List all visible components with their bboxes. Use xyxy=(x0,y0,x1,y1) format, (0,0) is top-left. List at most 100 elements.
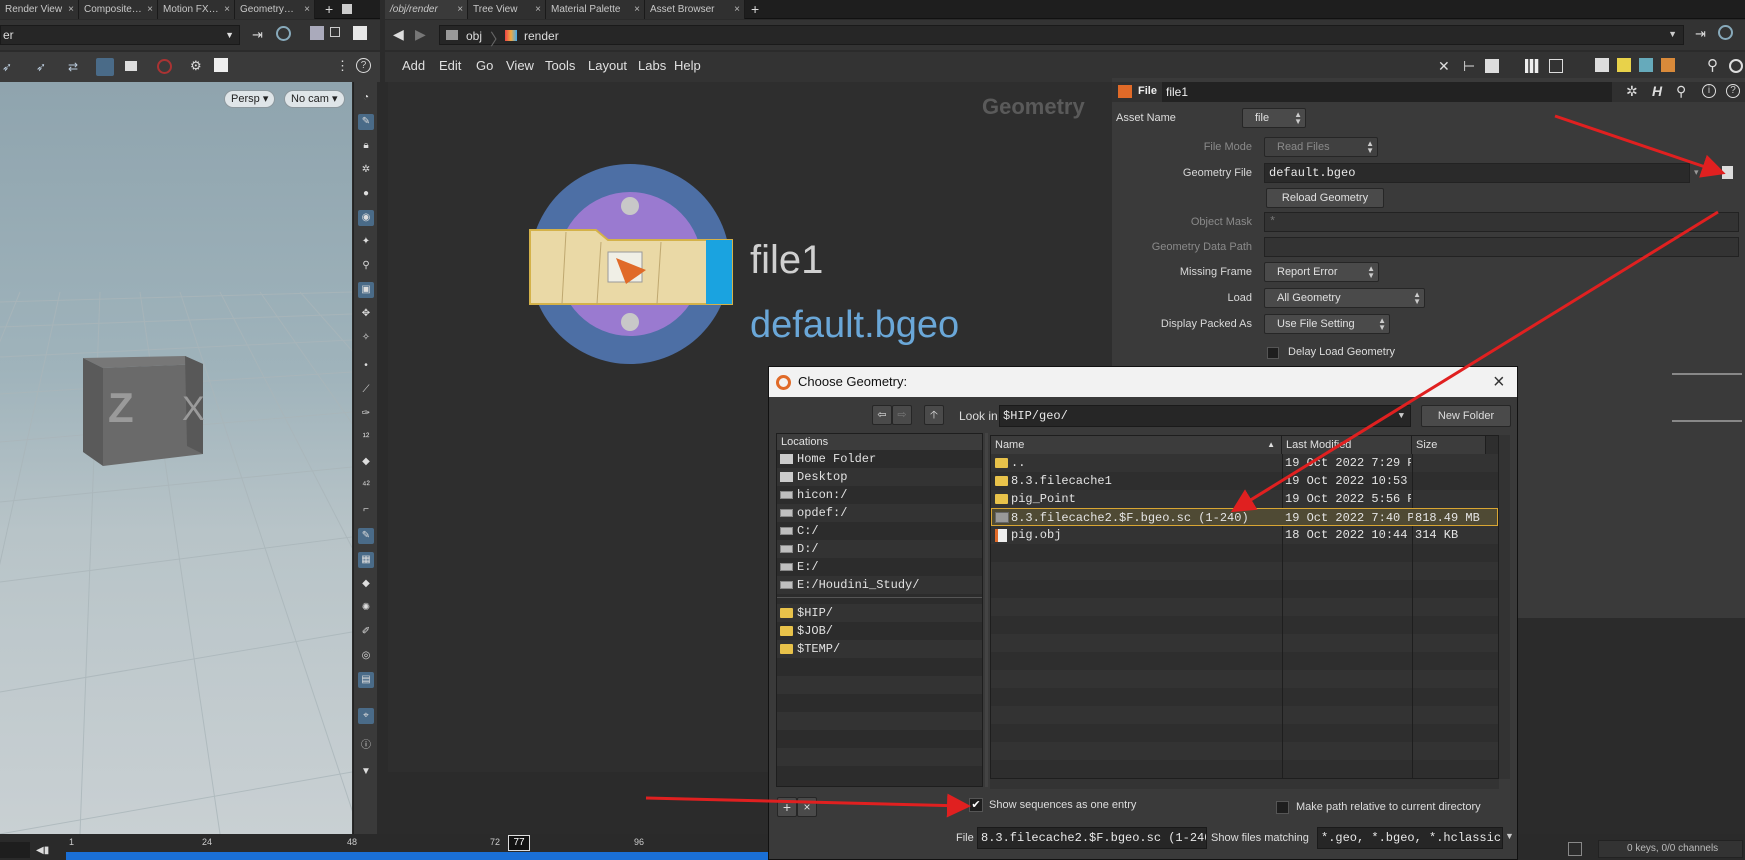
measure-icon[interactable]: ⌐ xyxy=(358,502,374,518)
close-icon[interactable]: × xyxy=(457,0,463,19)
number-icon[interactable]: ¹² xyxy=(358,430,374,446)
tab-asset-browser[interactable]: Asset Browser × xyxy=(645,0,745,19)
back-button[interactable]: ⇦ xyxy=(872,405,892,425)
layout-icon[interactable] xyxy=(1549,59,1563,73)
close-icon[interactable]: × xyxy=(634,0,640,19)
dropdown-arrow-icon[interactable]: ▾ xyxy=(1694,167,1699,178)
close-icon[interactable]: × xyxy=(304,0,310,19)
menu-view[interactable]: View xyxy=(506,58,534,73)
spot-light-icon[interactable]: ⚲ xyxy=(358,258,374,274)
view-tool-icon[interactable] xyxy=(96,58,114,76)
geometry-file-field[interactable]: default.bgeo xyxy=(1264,163,1690,183)
shortcut-job[interactable]: $JOB/ xyxy=(777,622,982,640)
pen-icon[interactable]: ✑ xyxy=(358,406,374,422)
reload-geometry-button[interactable]: Reload Geometry xyxy=(1266,188,1384,208)
horizontal-scrollbar[interactable] xyxy=(990,779,1499,789)
snap-grid-icon[interactable]: ✥ xyxy=(358,306,374,322)
timeline[interactable]: ◀▮ 1 24 48 72 96 77 xyxy=(0,834,768,860)
node-name-field[interactable]: file1 xyxy=(1162,82,1612,102)
tab-composite[interactable]: Composite… × xyxy=(79,0,158,19)
shortcut-hip[interactable]: $HIP/ xyxy=(777,604,982,622)
splitter[interactable] xyxy=(985,433,988,787)
bulb-icon[interactable]: ◉ xyxy=(358,210,374,226)
location-hicon[interactable]: hicon:/ xyxy=(777,486,982,504)
column-header-name[interactable]: Name ▲ xyxy=(991,436,1282,454)
circle-tool-icon[interactable]: ◎ xyxy=(358,648,374,664)
tree-icon[interactable]: ⊢ xyxy=(1463,58,1475,75)
pane-icon[interactable] xyxy=(353,26,367,40)
show-sequences-checkbox[interactable]: ✔ xyxy=(969,798,983,812)
look-in-field[interactable]: $HIP/geo/ ▼ xyxy=(999,405,1411,427)
add-location-button[interactable]: + xyxy=(777,797,797,817)
close-icon[interactable]: × xyxy=(224,0,230,19)
grid-icon[interactable] xyxy=(214,58,228,72)
camera-menu[interactable]: No cam ▾ xyxy=(284,90,345,108)
tab-motion-fx[interactable]: Motion FX… × xyxy=(158,0,235,19)
file-row[interactable]: 8.3.filecache1 19 Oct 2022 10:53 AM xyxy=(991,472,1498,490)
add-tab-icon[interactable]: + xyxy=(325,1,333,17)
hscript-icon[interactable]: H xyxy=(1652,83,1662,99)
list-icon[interactable] xyxy=(1485,59,1499,73)
forward-button[interactable]: ⇨ xyxy=(892,405,912,425)
sticky-note-icon[interactable] xyxy=(1617,58,1631,72)
file-mode-menu[interactable]: Read Files ▲ ▼ xyxy=(1264,137,1378,157)
point-light-icon[interactable]: ✦ xyxy=(358,234,374,250)
camera-view-icon[interactable]: ▣ xyxy=(358,282,374,298)
3d-viewport[interactable]: Persp ▾ No cam ▾ Z X xyxy=(0,82,352,834)
frame-field[interactable] xyxy=(0,842,30,858)
tab-render-view[interactable]: Render View × xyxy=(0,0,79,19)
viewport-path-field[interactable]: er ▼ xyxy=(0,25,240,45)
new-folder-button[interactable]: New Folder xyxy=(1421,405,1511,427)
menu-edit[interactable]: Edit xyxy=(439,58,461,73)
link-icon[interactable] xyxy=(1718,25,1733,40)
file-name-field[interactable]: 8.3.filecache2.$F.bgeo.sc (1-240 xyxy=(977,827,1207,849)
back-arrow-icon[interactable]: ◀ xyxy=(393,26,404,43)
close-icon[interactable]: × xyxy=(147,0,153,19)
help-icon[interactable]: ? xyxy=(1726,84,1740,98)
eye-icon[interactable] xyxy=(1729,59,1743,73)
record-icon[interactable] xyxy=(157,59,172,74)
breadcrumb[interactable]: obj 〉 render ▼ xyxy=(439,25,1684,49)
location-desktop[interactable]: Desktop xyxy=(777,468,982,486)
geometry-data-path-field[interactable] xyxy=(1264,237,1739,257)
file-row[interactable]: pig.obj 18 Oct 2022 10:44 AM 314 KB xyxy=(991,526,1498,544)
info-icon[interactable]: ⓘ xyxy=(358,738,374,754)
diamond-icon[interactable]: ◆ xyxy=(358,576,374,592)
menu-add[interactable]: Add xyxy=(402,58,425,73)
close-icon[interactable]: × xyxy=(1493,367,1505,397)
menu-help[interactable]: Help xyxy=(674,58,701,73)
tab-tree-view[interactable]: Tree View × xyxy=(468,0,546,19)
close-icon[interactable]: × xyxy=(68,0,74,19)
menu-go[interactable]: Go xyxy=(476,58,493,73)
pin-icon[interactable]: ⇥ xyxy=(252,27,263,43)
tab-obj-render[interactable]: /obj/render × xyxy=(385,0,468,19)
scrollbar[interactable] xyxy=(1499,435,1510,779)
load-menu[interactable]: All Geometry ▲ ▼ xyxy=(1264,288,1425,308)
lock-icon[interactable]: 🔒︎ xyxy=(358,138,374,154)
close-icon[interactable]: × xyxy=(535,0,541,19)
file-row[interactable]: .. 19 Oct 2022 7:29 PM xyxy=(991,454,1498,472)
pane-menu-icon[interactable] xyxy=(342,4,352,14)
search-icon[interactable]: ⚲ xyxy=(1707,56,1718,74)
location-c-drive[interactable]: C:/ xyxy=(777,522,982,540)
search-icon[interactable]: ⚲ xyxy=(1676,83,1686,100)
delay-load-checkbox[interactable] xyxy=(1267,347,1279,359)
grid-toggle-icon[interactable]: ▦ xyxy=(358,552,374,568)
menu-tools[interactable]: Tools xyxy=(545,58,575,73)
close-icon[interactable]: × xyxy=(734,0,740,19)
snap-point-icon[interactable]: ✧ xyxy=(358,330,374,346)
location-icon[interactable]: ⌖ xyxy=(358,708,374,724)
current-frame-marker[interactable]: 77 xyxy=(508,835,530,851)
column-header-modified[interactable]: Last Modified xyxy=(1282,436,1412,454)
select-tool-icon[interactable]: ➶ xyxy=(2,60,12,74)
remove-location-button[interactable]: × xyxy=(797,797,817,817)
brush-icon[interactable]: ⟋ xyxy=(358,382,374,398)
asset-name-menu[interactable]: file ▲ ▼ xyxy=(1242,108,1306,128)
menu-labs[interactable]: Labs xyxy=(638,58,666,73)
pointer-icon[interactable]: ◆ xyxy=(358,454,374,470)
move-tool-icon[interactable]: ➶ xyxy=(36,60,46,74)
image-icon[interactable] xyxy=(1595,58,1609,72)
wrench-icon[interactable]: ✕ xyxy=(1438,58,1450,75)
link-icon[interactable] xyxy=(276,26,291,41)
image-icon[interactable]: ▤ xyxy=(358,672,374,688)
